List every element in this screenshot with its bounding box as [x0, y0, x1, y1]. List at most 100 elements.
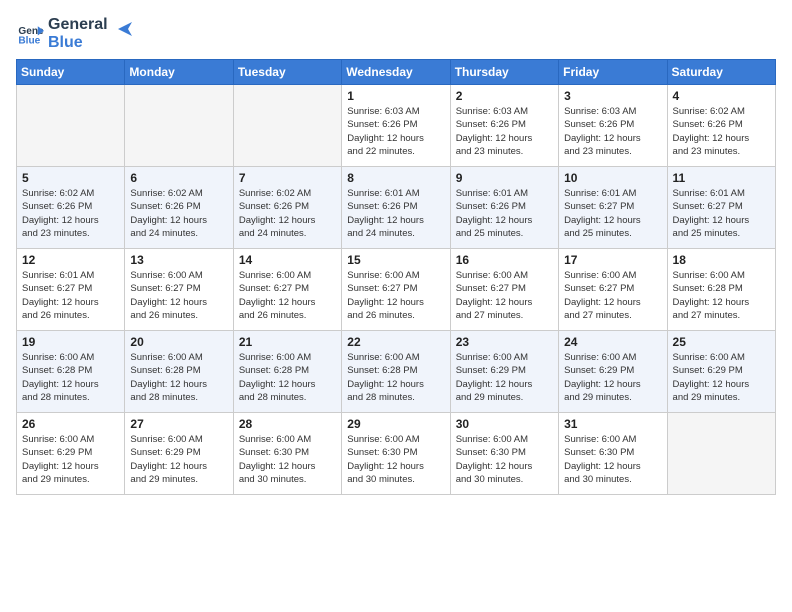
- day-number: 3: [564, 89, 661, 103]
- day-cell: [667, 413, 775, 495]
- day-cell: 5Sunrise: 6:02 AM Sunset: 6:26 PM Daylig…: [17, 167, 125, 249]
- day-cell: 19Sunrise: 6:00 AM Sunset: 6:28 PM Dayli…: [17, 331, 125, 413]
- day-cell: 14 Sunrise: 6:00 AM Sunset: 6:27 PM Dayli…: [233, 249, 341, 331]
- day-number: 6: [130, 171, 227, 185]
- day-info: Sunrise: 6:00 AM Sunset: 6:29 PM Dayligh…: [673, 351, 770, 404]
- day-cell: 26 Sunrise: 6:00 AM Sunset: 6:29 PM Dayli…: [17, 413, 125, 495]
- day-cell: 13Sunrise: 6:00 AM Sunset: 6:27 PM Dayli…: [125, 249, 233, 331]
- day-info: Sunrise: 6:00 AM Sunset: 6:29 PM Dayligh…: [22, 433, 119, 486]
- day-number: 31: [564, 417, 661, 431]
- day-number: 12: [22, 253, 119, 267]
- day-number: 22: [347, 335, 444, 349]
- day-cell: 3 Sunrise: 6:03 AM Sunset: 6:26 PM Daylig…: [559, 85, 667, 167]
- day-number: 11: [673, 171, 770, 185]
- day-number: 20: [130, 335, 227, 349]
- day-info: Sunrise: 6:00 AM Sunset: 6:30 PM Dayligh…: [347, 433, 444, 486]
- svg-text:Blue: Blue: [18, 35, 40, 46]
- day-number: 2: [456, 89, 553, 103]
- day-number: 18: [673, 253, 770, 267]
- day-number: 21: [239, 335, 336, 349]
- day-number: 25: [673, 335, 770, 349]
- day-info: Sunrise: 6:03 AM Sunset: 6:26 PM Dayligh…: [564, 105, 661, 158]
- weekday-header-monday: Monday: [125, 60, 233, 85]
- weekday-header-tuesday: Tuesday: [233, 60, 341, 85]
- day-number: 10: [564, 171, 661, 185]
- day-number: 15: [347, 253, 444, 267]
- day-cell: 29 Sunrise: 6:00 AM Sunset: 6:30 PM Dayli…: [342, 413, 450, 495]
- day-cell: 21 Sunrise: 6:00 AM Sunset: 6:28 PM Dayli…: [233, 331, 341, 413]
- day-info: Sunrise: 6:00 AM Sunset: 6:27 PM Dayligh…: [239, 269, 336, 322]
- day-number: 27: [130, 417, 227, 431]
- week-row-3: 19Sunrise: 6:00 AM Sunset: 6:28 PM Dayli…: [17, 331, 776, 413]
- day-cell: 16Sunrise: 6:00 AM Sunset: 6:27 PM Dayli…: [450, 249, 558, 331]
- day-info: Sunrise: 6:00 AM Sunset: 6:27 PM Dayligh…: [130, 269, 227, 322]
- day-cell: 9 Sunrise: 6:01 AM Sunset: 6:26 PM Daylig…: [450, 167, 558, 249]
- day-info: Sunrise: 6:01 AM Sunset: 6:27 PM Dayligh…: [22, 269, 119, 322]
- day-cell: 4Sunrise: 6:02 AM Sunset: 6:26 PM Daylig…: [667, 85, 775, 167]
- day-number: 26: [22, 417, 119, 431]
- header: General Blue General Blue: [16, 16, 776, 51]
- day-info: Sunrise: 6:00 AM Sunset: 6:30 PM Dayligh…: [456, 433, 553, 486]
- day-number: 24: [564, 335, 661, 349]
- day-cell: 23Sunrise: 6:00 AM Sunset: 6:29 PM Dayli…: [450, 331, 558, 413]
- day-cell: 6 Sunrise: 6:02 AM Sunset: 6:26 PM Daylig…: [125, 167, 233, 249]
- day-cell: 22Sunrise: 6:00 AM Sunset: 6:28 PM Dayli…: [342, 331, 450, 413]
- day-number: 28: [239, 417, 336, 431]
- day-info: Sunrise: 6:01 AM Sunset: 6:27 PM Dayligh…: [564, 187, 661, 240]
- weekday-header-thursday: Thursday: [450, 60, 558, 85]
- day-number: 9: [456, 171, 553, 185]
- day-info: Sunrise: 6:02 AM Sunset: 6:26 PM Dayligh…: [239, 187, 336, 240]
- day-info: Sunrise: 6:01 AM Sunset: 6:26 PM Dayligh…: [456, 187, 553, 240]
- weekday-header-sunday: Sunday: [17, 60, 125, 85]
- day-number: 29: [347, 417, 444, 431]
- day-info: Sunrise: 6:00 AM Sunset: 6:28 PM Dayligh…: [673, 269, 770, 322]
- day-info: Sunrise: 6:02 AM Sunset: 6:26 PM Dayligh…: [130, 187, 227, 240]
- day-info: Sunrise: 6:00 AM Sunset: 6:28 PM Dayligh…: [239, 351, 336, 404]
- day-info: Sunrise: 6:00 AM Sunset: 6:29 PM Dayligh…: [130, 433, 227, 486]
- day-cell: [17, 85, 125, 167]
- day-cell: 17 Sunrise: 6:00 AM Sunset: 6:27 PM Dayli…: [559, 249, 667, 331]
- day-number: 30: [456, 417, 553, 431]
- logo-line2: Blue: [48, 34, 108, 52]
- day-info: Sunrise: 6:01 AM Sunset: 6:26 PM Dayligh…: [347, 187, 444, 240]
- day-cell: 1 Sunrise: 6:03 AM Sunset: 6:26 PM Daylig…: [342, 85, 450, 167]
- day-number: 7: [239, 171, 336, 185]
- day-number: 17: [564, 253, 661, 267]
- day-info: Sunrise: 6:03 AM Sunset: 6:26 PM Dayligh…: [456, 105, 553, 158]
- day-cell: 15 Sunrise: 6:00 AM Sunset: 6:27 PM Dayli…: [342, 249, 450, 331]
- day-info: Sunrise: 6:00 AM Sunset: 6:28 PM Dayligh…: [130, 351, 227, 404]
- day-cell: 31 Sunrise: 6:00 AM Sunset: 6:30 PM Dayli…: [559, 413, 667, 495]
- day-cell: 30 Sunrise: 6:00 AM Sunset: 6:30 PM Dayli…: [450, 413, 558, 495]
- day-number: 5: [22, 171, 119, 185]
- day-cell: 2 Sunrise: 6:03 AM Sunset: 6:26 PM Daylig…: [450, 85, 558, 167]
- logo: General Blue General Blue: [16, 16, 136, 51]
- day-cell: [233, 85, 341, 167]
- day-info: Sunrise: 6:02 AM Sunset: 6:26 PM Dayligh…: [673, 105, 770, 158]
- logo-icon: General Blue: [16, 20, 44, 48]
- weekday-header-friday: Friday: [559, 60, 667, 85]
- day-cell: 11 Sunrise: 6:01 AM Sunset: 6:27 PM Dayli…: [667, 167, 775, 249]
- day-number: 1: [347, 89, 444, 103]
- day-cell: 12 Sunrise: 6:01 AM Sunset: 6:27 PM Dayli…: [17, 249, 125, 331]
- day-info: Sunrise: 6:00 AM Sunset: 6:27 PM Dayligh…: [347, 269, 444, 322]
- day-info: Sunrise: 6:00 AM Sunset: 6:27 PM Dayligh…: [564, 269, 661, 322]
- logo-line1: General: [48, 16, 108, 34]
- day-info: Sunrise: 6:00 AM Sunset: 6:30 PM Dayligh…: [564, 433, 661, 486]
- weekday-header-saturday: Saturday: [667, 60, 775, 85]
- day-number: 14: [239, 253, 336, 267]
- day-cell: 7 Sunrise: 6:02 AM Sunset: 6:26 PM Daylig…: [233, 167, 341, 249]
- week-row-0: 1 Sunrise: 6:03 AM Sunset: 6:26 PM Daylig…: [17, 85, 776, 167]
- page: General Blue General Blue SundayMondayTu…: [0, 0, 792, 612]
- day-info: Sunrise: 6:03 AM Sunset: 6:26 PM Dayligh…: [347, 105, 444, 158]
- day-number: 8: [347, 171, 444, 185]
- day-cell: 27 Sunrise: 6:00 AM Sunset: 6:29 PM Dayli…: [125, 413, 233, 495]
- logo-arrow-icon: [114, 18, 136, 40]
- day-cell: 25 Sunrise: 6:00 AM Sunset: 6:29 PM Dayli…: [667, 331, 775, 413]
- day-info: Sunrise: 6:01 AM Sunset: 6:27 PM Dayligh…: [673, 187, 770, 240]
- day-info: Sunrise: 6:00 AM Sunset: 6:29 PM Dayligh…: [456, 351, 553, 404]
- day-info: Sunrise: 6:00 AM Sunset: 6:30 PM Dayligh…: [239, 433, 336, 486]
- day-cell: 24Sunrise: 6:00 AM Sunset: 6:29 PM Dayli…: [559, 331, 667, 413]
- calendar: SundayMondayTuesdayWednesdayThursdayFrid…: [16, 59, 776, 495]
- day-info: Sunrise: 6:00 AM Sunset: 6:28 PM Dayligh…: [22, 351, 119, 404]
- day-cell: 20 Sunrise: 6:00 AM Sunset: 6:28 PM Dayli…: [125, 331, 233, 413]
